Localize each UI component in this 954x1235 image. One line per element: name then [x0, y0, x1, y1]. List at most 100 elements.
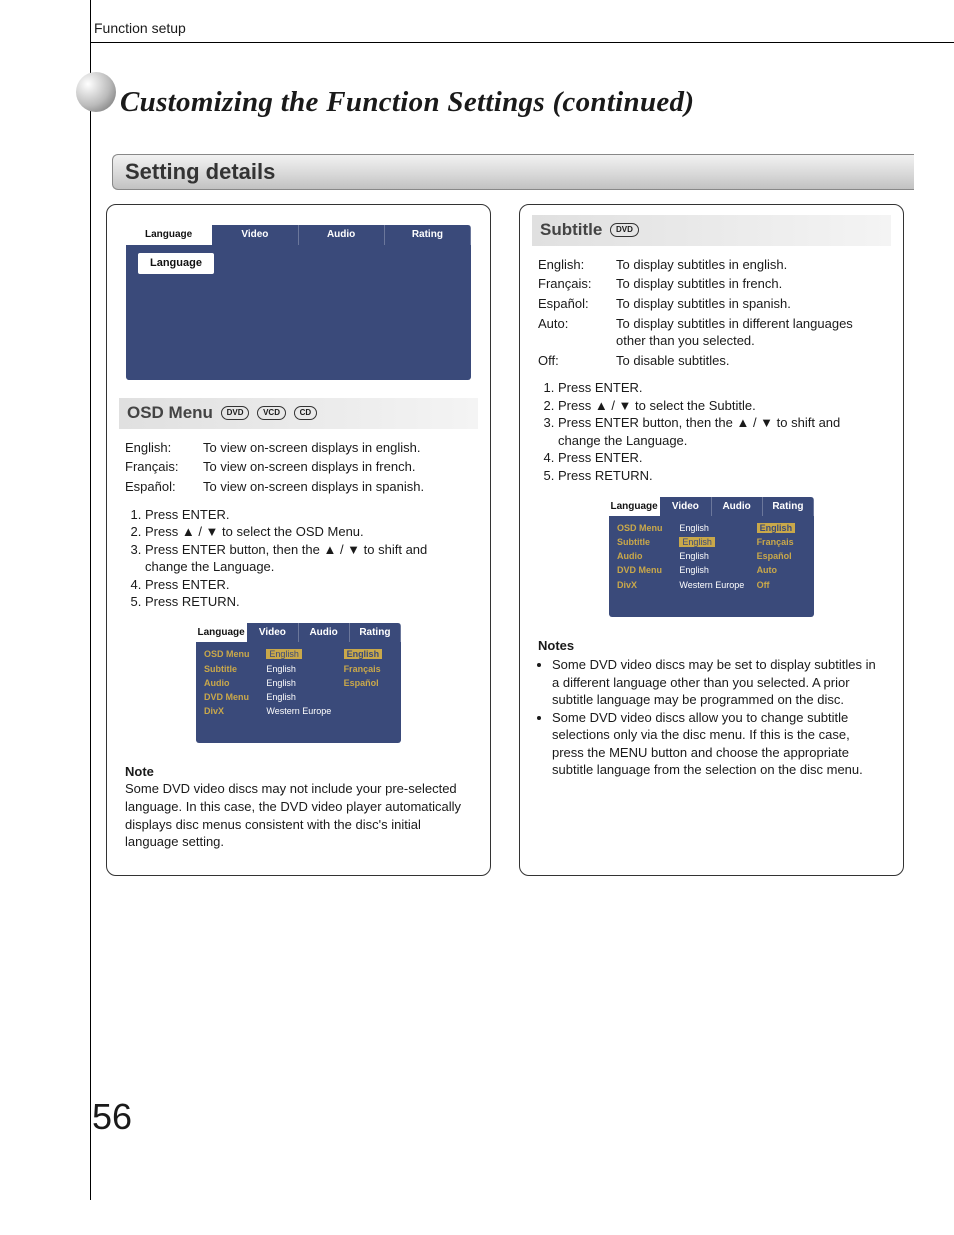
- osd-step: Press ENTER button, then the ▲ / ▼ to sh…: [145, 541, 472, 576]
- decorative-sphere: [76, 72, 116, 112]
- menu-label: Audio: [617, 550, 671, 562]
- badge-cd: CD: [294, 406, 318, 420]
- osd-def-key: Français:: [125, 458, 197, 476]
- subtitle-menu-grid: OSD Menu English English Subtitle Englis…: [609, 516, 814, 597]
- screen-tabs: Language Video Audio Rating: [126, 225, 471, 245]
- menu-label: Subtitle: [204, 663, 258, 675]
- badge-vcd: VCD: [257, 406, 286, 420]
- osd-menu-grid: OSD Menu English English Subtitle Englis…: [196, 642, 401, 723]
- osd-steps: Press ENTER. Press ▲ / ▼ to select the O…: [125, 506, 472, 611]
- tab-audio: Audio: [299, 623, 350, 643]
- menu-value-highlight: English: [679, 537, 715, 547]
- subtitle-def-key: Auto:: [538, 315, 610, 350]
- subtitle-def-val: To display subtitles in spanish.: [616, 295, 885, 313]
- osd-step: Press ENTER.: [145, 576, 472, 594]
- menu-label: Subtitle: [617, 536, 671, 548]
- badge-dvd: DVD: [610, 223, 639, 237]
- section-label: Function setup: [94, 20, 914, 36]
- menu-label: Audio: [204, 677, 258, 689]
- subtitle-def-key: Español:: [538, 295, 610, 313]
- osd-note-heading: Note: [125, 763, 472, 781]
- badge-dvd: DVD: [221, 406, 250, 420]
- menu-value: Western Europe: [679, 579, 748, 591]
- osd-top-screen: Language Video Audio Rating Language: [126, 225, 471, 380]
- option: Français: [344, 663, 393, 675]
- osd-def-val: To view on-screen displays in french.: [203, 458, 472, 476]
- subtitle-def-val: To disable subtitles.: [616, 352, 885, 370]
- osd-note-text: Some DVD video discs may not include you…: [125, 780, 472, 850]
- subtitle-def-key: English:: [538, 256, 610, 274]
- option: Español: [344, 677, 393, 689]
- screen-tabs: Language Video Audio Rating: [196, 623, 401, 643]
- option: Français: [757, 536, 806, 548]
- setting-details-heading: Setting details: [125, 159, 902, 185]
- subtitle-step: Press ENTER.: [558, 379, 885, 397]
- menu-label: DivX: [204, 705, 258, 717]
- subtitle-note: Some DVD video discs may be set to displ…: [552, 656, 885, 709]
- subtitle-step: Press ▲ / ▼ to select the Subtitle.: [558, 397, 885, 415]
- menu-label: OSD Menu: [617, 522, 671, 534]
- menu-label: DivX: [617, 579, 671, 591]
- subtitle-heading: Subtitle: [540, 220, 602, 239]
- menu-value: English: [679, 550, 748, 562]
- subtitle-heading-bar: Subtitle DVD: [532, 215, 891, 246]
- option: Off: [757, 579, 806, 591]
- subtitle-notes-list: Some DVD video discs may be set to displ…: [538, 656, 885, 779]
- subtitle-note: Some DVD video discs allow you to change…: [552, 709, 885, 779]
- menu-value: English: [266, 663, 335, 675]
- osd-def-val: To view on-screen displays in english.: [203, 439, 472, 457]
- option: Auto: [757, 564, 806, 576]
- subtitle-step: Press ENTER button, then the ▲ / ▼ to sh…: [558, 414, 885, 449]
- menu-value: English: [266, 691, 335, 703]
- option-highlight: English: [757, 523, 796, 533]
- menu-value: English: [266, 677, 335, 689]
- tab-language: Language: [126, 225, 212, 245]
- subtitle-notes-heading: Notes: [538, 637, 885, 655]
- osd-heading-bar: OSD Menu DVD VCD CD: [119, 398, 478, 429]
- tab-language: Language: [609, 497, 660, 517]
- subtitle-def-val: To display subtitles in french.: [616, 275, 885, 293]
- subtitle-definitions: English: To display subtitles in english.…: [538, 256, 885, 369]
- osd-step: Press ▲ / ▼ to select the OSD Menu.: [145, 523, 472, 541]
- tab-rating: Rating: [385, 225, 471, 245]
- tab-video: Video: [247, 623, 298, 643]
- menu-value: Western Europe: [266, 705, 335, 717]
- tab-language: Language: [196, 623, 247, 643]
- menu-label: DVD Menu: [617, 564, 671, 576]
- option: Español: [757, 550, 806, 562]
- osd-def-key: English:: [125, 439, 197, 457]
- osd-heading: OSD Menu: [127, 403, 213, 422]
- osd-menu-panel: Language Video Audio Rating Language OSD…: [106, 204, 491, 876]
- tab-audio: Audio: [299, 225, 385, 245]
- page-title: Customizing the Function Settings (conti…: [120, 86, 914, 119]
- osd-bottom-screen: Language Video Audio Rating OSD Menu Eng…: [196, 623, 401, 743]
- osd-step: Press RETURN.: [145, 593, 472, 611]
- language-pill: Language: [138, 253, 214, 274]
- menu-label: OSD Menu: [204, 648, 258, 660]
- subtitle-screen: Language Video Audio Rating OSD Menu Eng…: [609, 497, 814, 617]
- tab-video: Video: [212, 225, 298, 245]
- setting-details-heading-bar: Setting details: [112, 154, 914, 190]
- menu-label: DVD Menu: [204, 691, 258, 703]
- osd-definitions: English: To view on-screen displays in en…: [125, 439, 472, 496]
- osd-def-key: Español:: [125, 478, 197, 496]
- subtitle-step: Press ENTER.: [558, 449, 885, 467]
- osd-def-val: To view on-screen displays in spanish.: [203, 478, 472, 496]
- subtitle-panel: Subtitle DVD English: To display subtitle…: [519, 204, 904, 876]
- option-highlight: English: [344, 649, 383, 659]
- osd-step: Press ENTER.: [145, 506, 472, 524]
- tab-audio: Audio: [712, 497, 763, 517]
- page-number: 56: [92, 1096, 914, 1138]
- tab-rating: Rating: [763, 497, 814, 517]
- menu-value: English: [679, 564, 748, 576]
- screen-tabs: Language Video Audio Rating: [609, 497, 814, 517]
- subtitle-def-key: Off:: [538, 352, 610, 370]
- subtitle-steps: Press ENTER. Press ▲ / ▼ to select the S…: [538, 379, 885, 484]
- subtitle-def-key: Français:: [538, 275, 610, 293]
- subtitle-def-val: To display subtitles in different langua…: [616, 315, 885, 350]
- subtitle-def-val: To display subtitles in english.: [616, 256, 885, 274]
- subtitle-step: Press RETURN.: [558, 467, 885, 485]
- menu-value-highlight: English: [266, 649, 302, 659]
- tab-rating: Rating: [350, 623, 401, 643]
- tab-video: Video: [660, 497, 711, 517]
